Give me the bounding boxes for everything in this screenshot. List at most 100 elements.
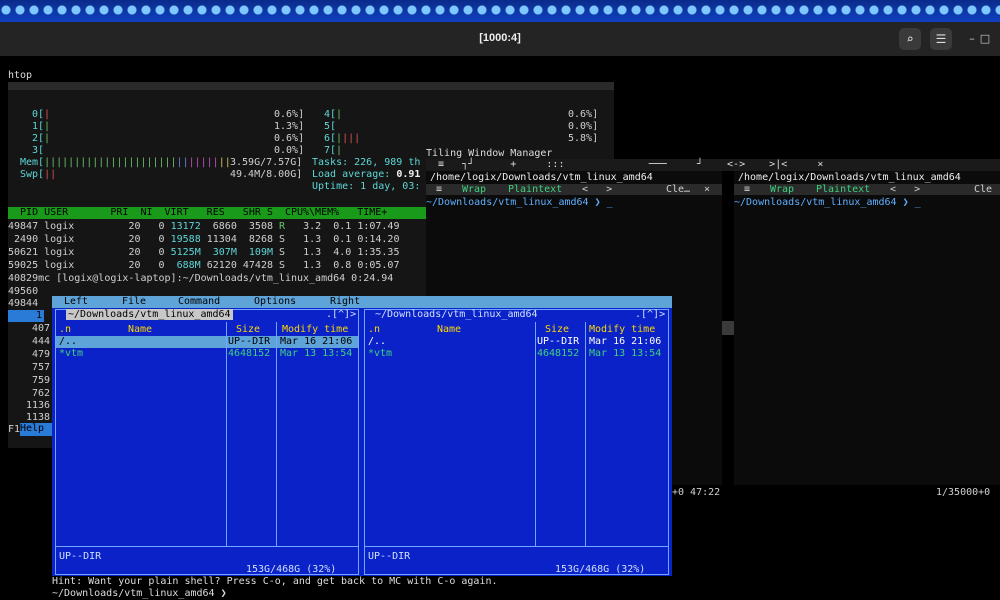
mc-hint: Hint: Want your plain shell? Press C-o, … [52, 576, 498, 587]
col-sort[interactable]: .n [59, 324, 71, 335]
table-row[interactable]: 50621 logix 20 0 5125M 307M 109M S 1.3 4… [8, 247, 399, 259]
column-divider [226, 322, 227, 546]
status-text: 1/35000+0 [936, 487, 991, 498]
plaintext-toggle[interactable]: Plaintext [816, 184, 870, 195]
uptime: Uptime: 1 day, 03: [312, 181, 421, 192]
menu-options[interactable]: Options [254, 296, 296, 307]
column-divider [276, 322, 277, 546]
pane-path: /home/logix/Downloads/vtm_linux_amd64 [430, 172, 653, 183]
search-icon[interactable]: ⌕ [899, 28, 921, 50]
selected-process-row[interactable]: 1 [8, 310, 44, 322]
panel-path[interactable]: ~/Downloads/vtm_linux_amd64 [66, 309, 233, 320]
mc-right-panel[interactable]: ~/Downloads/vtm_linux_amd64 .[^]> .n Nam… [364, 309, 669, 575]
cpu5-value: 0.0%] [568, 121, 599, 132]
col-sort[interactable]: .n [368, 324, 380, 335]
list-item[interactable]: *vtm 4648152 Mar 13 13:54 [56, 348, 358, 360]
tiling-window-manager-title: Tiling Window Manager [426, 148, 553, 159]
list-item[interactable]: /.. UP--DIR Mar 16 21:06 [365, 336, 668, 348]
list-item[interactable]: *vtm 4648152 Mar 13 13:54 [365, 348, 668, 360]
cpu6-value: 5.8%] [568, 133, 599, 144]
f1-key: F1 [8, 424, 21, 435]
cpu4-value: 0.6%] [568, 109, 599, 120]
cpu2-value: 0.6%] [274, 133, 305, 144]
cpu3-label: 3[ [32, 145, 45, 156]
process-pid: 759 [32, 375, 51, 386]
clear-button[interactable]: Cle… [666, 184, 690, 195]
process-table-header[interactable]: PID USER PRI NI VIRT RES SHR S CPU%\MEM%… [8, 207, 426, 219]
table-row[interactable]: 49847 logix 20 0 13172 6860 3508 R 3.2 0… [8, 221, 399, 233]
process-pid: 757 [32, 362, 51, 373]
pane-splitter[interactable] [722, 321, 734, 335]
table-row[interactable]: 2490 logix 20 0 19588 11304 8268 S 1.3 0… [8, 234, 399, 246]
mc-shell-prompt[interactable]: ~/Downloads/vtm_linux_amd64 ❯ [52, 588, 227, 599]
pane-menubar: ≡ Wrap Plaintext < > Cle [734, 184, 1000, 195]
swp-value: 49.4M/8.00G] [230, 169, 303, 180]
column-divider [535, 322, 536, 546]
process-pid: 407 [32, 323, 51, 334]
process-pid: 1136 [26, 400, 51, 411]
menu-command[interactable]: Command [178, 296, 220, 307]
nav-arrows[interactable]: < > [890, 184, 920, 195]
process-pid: 444 [32, 336, 51, 347]
process-pid: 49560 [8, 286, 39, 297]
selection-info: UP--DIR [59, 551, 102, 562]
panel-corner[interactable]: .[^]> [326, 309, 356, 320]
footer-divider [56, 546, 358, 547]
minimize-icon[interactable]: – [965, 32, 979, 46]
menu-right[interactable]: Right [330, 296, 360, 307]
col-mtime[interactable]: Modify time [282, 324, 348, 335]
pane-path: /home/logix/Downloads/vtm_linux_amd64 [738, 172, 961, 183]
cpu2-label: 2[ [32, 133, 45, 144]
htop-title-strip [8, 82, 614, 90]
menu-icon[interactable]: ≡ [744, 184, 750, 195]
process-pid: 762 [32, 388, 51, 399]
shell-prompt[interactable]: ~/Downloads/vtm_linux_amd64 ❯ _ [426, 197, 613, 208]
swp-label: Swp[ [20, 169, 45, 180]
list-item-selected[interactable]: /.. UP--DIR Mar 16 21:06 [56, 336, 358, 348]
panel-path[interactable]: ~/Downloads/vtm_linux_amd64 [375, 309, 538, 320]
clear-button[interactable]: Cle [974, 184, 992, 195]
mc-left-panel[interactable]: ~/Downloads/vtm_linux_amd64 .[^]> .n Nam… [55, 309, 359, 575]
nav-arrows[interactable]: < > [582, 184, 612, 195]
close-icon[interactable]: × [704, 184, 710, 195]
shell-prompt[interactable]: ~/Downloads/vtm_linux_amd64 ❯ _ [734, 197, 921, 208]
cpu4-label: 4[ [324, 109, 337, 120]
process-pid: 479 [32, 349, 51, 360]
plaintext-toggle[interactable]: Plaintext [508, 184, 562, 195]
cpu0-value: 0.6%] [274, 109, 305, 120]
wrap-toggle[interactable]: Wrap [770, 184, 794, 195]
col-mtime[interactable]: Modify time [589, 324, 655, 335]
cpu1-value: 1.3%] [274, 121, 305, 132]
process-command-line[interactable]: 40829mc [logix@logix-laptop]:~/Downloads… [8, 273, 393, 285]
panel-corner[interactable]: .[^]> [635, 309, 665, 320]
load-average-label: Load average: [312, 169, 391, 180]
table-row[interactable]: 59025 logix 20 0 688M 62120 47428 S 1.3 … [8, 260, 399, 272]
footer-divider [365, 546, 668, 547]
menu-left[interactable]: Left [64, 296, 88, 307]
midnight-commander-window[interactable]: Left File Command Options Right ~/Downlo… [52, 296, 672, 576]
hamburger-menu-icon[interactable]: ☰ [930, 28, 952, 50]
status-text: +0 47:22 [672, 487, 721, 498]
tiling-toolbar[interactable]: ≡ ┐┘ + ::: ─── ┘ <-> >|< × [426, 159, 1000, 171]
col-name[interactable]: Name [437, 324, 461, 335]
col-size[interactable]: Size [545, 324, 569, 335]
wrap-toggle[interactable]: Wrap [462, 184, 486, 195]
maximize-icon[interactable]: □ [979, 32, 991, 46]
menu-icon[interactable]: ≡ [436, 184, 442, 195]
load-average-value: 0.91 [396, 169, 421, 180]
cpu6-label: 6[ [324, 133, 337, 144]
disk-usage: 153G/468G (32%) [555, 564, 646, 575]
desktop-wallpaper [0, 0, 1000, 22]
htop-window-label: htop [8, 70, 33, 81]
cpu7-label: 7[ [324, 145, 337, 156]
terminal-pane-right[interactable]: /home/logix/Downloads/vtm_linux_amd64 ≡ … [734, 171, 1000, 498]
selection-info: UP--DIR [368, 551, 411, 562]
col-name[interactable]: Name [128, 324, 152, 335]
col-size[interactable]: Size [236, 324, 260, 335]
menu-file[interactable]: File [122, 296, 146, 307]
cpu5-label: 5[ [324, 121, 337, 132]
disk-usage: 153G/468G (32%) [246, 564, 337, 575]
cpu1-label: 1[ [32, 121, 45, 132]
window-title: [1000:4] [479, 32, 521, 44]
process-pid: 49844 [8, 298, 39, 309]
